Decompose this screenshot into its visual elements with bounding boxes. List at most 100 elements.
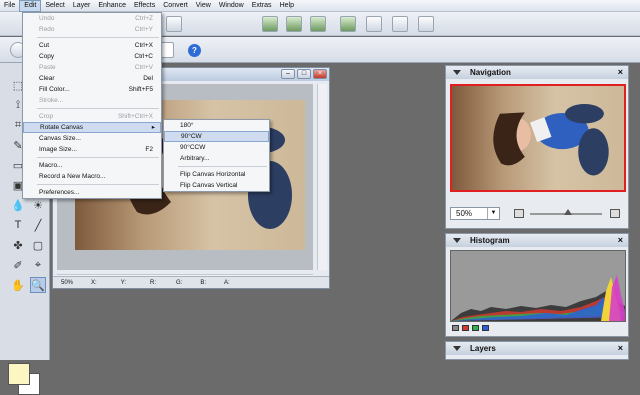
close-button[interactable]: × xyxy=(313,69,327,79)
menu-enhance[interactable]: Enhance xyxy=(94,0,130,12)
menu-item-shortcut: Shift+F5 xyxy=(128,86,153,93)
zoom-tool-icon[interactable]: 🔍 xyxy=(30,277,46,293)
palette-button[interactable] xyxy=(418,16,434,32)
menu-item-paste[interactable]: Paste Ctrl+V xyxy=(23,62,161,73)
channel-green-button[interactable] xyxy=(472,325,479,331)
status-r: R: xyxy=(150,279,157,286)
drop-tool-icon[interactable]: 💧 xyxy=(10,197,26,213)
menu-item-undo[interactable]: Undo Ctrl+Z xyxy=(23,13,161,24)
navigation-header[interactable]: Navigation × xyxy=(446,66,628,79)
close-icon[interactable]: × xyxy=(618,342,623,355)
navigation-panel: Navigation × 50% ▼ xyxy=(445,65,629,229)
menu-convert[interactable]: Convert xyxy=(159,0,192,12)
adjust-button[interactable] xyxy=(366,16,382,32)
menu-help[interactable]: Help xyxy=(276,0,298,12)
menu-item-label: Canvas Size... xyxy=(39,135,81,142)
status-b: B: xyxy=(200,279,207,286)
menu-window[interactable]: Window xyxy=(215,0,248,12)
menu-item-cut[interactable]: Cut Ctrl+X xyxy=(23,40,161,51)
status-y: Y: xyxy=(120,279,127,286)
menu-edit[interactable]: Edit xyxy=(19,0,42,12)
menu-layer[interactable]: Layer xyxy=(69,0,95,12)
menu-item-shortcut: F2 xyxy=(145,146,153,153)
layers-title: Layers xyxy=(470,344,496,353)
menu-separator xyxy=(178,166,267,167)
help-icon[interactable]: ? xyxy=(188,44,201,57)
channel-all-button[interactable] xyxy=(452,325,459,331)
menu-file[interactable]: File xyxy=(0,0,19,12)
text-tool-icon[interactable]: T xyxy=(10,217,26,233)
menu-item-label: 90°CCW xyxy=(180,144,206,151)
menu-item-fill-color[interactable]: Fill Color... Shift+F5 xyxy=(23,84,161,95)
image-button-1[interactable] xyxy=(262,16,278,32)
menu-item-clear[interactable]: Clear Del xyxy=(23,73,161,84)
menu-item-redo[interactable]: Redo Ctrl+Y xyxy=(23,24,161,35)
menu-extras[interactable]: Extras xyxy=(248,0,276,12)
collapse-icon[interactable] xyxy=(453,238,461,243)
document-status-bar: 50% X: Y: R: G: B: A: xyxy=(53,276,329,288)
clone-tool-icon[interactable]: ✤ xyxy=(10,237,26,253)
image-button-2[interactable] xyxy=(286,16,302,32)
minimize-button[interactable]: – xyxy=(281,69,295,79)
menu-item-copy[interactable]: Copy Ctrl+C xyxy=(23,51,161,62)
histogram-title: Histogram xyxy=(470,236,510,245)
menu-item-image-size[interactable]: Image Size... F2 xyxy=(23,144,161,155)
menu-item-record-a-new-macro[interactable]: Record a New Macro... xyxy=(23,171,161,182)
menu-item-crop[interactable]: Crop Shift+Ctrl+X xyxy=(23,111,161,122)
menu-item-label: Crop xyxy=(39,113,54,120)
menu-item-180[interactable]: 180° xyxy=(164,120,269,131)
eyedropper-tool-icon[interactable]: ✐ xyxy=(10,257,26,273)
menu-select[interactable]: Select xyxy=(41,0,68,12)
layers-header[interactable]: Layers × xyxy=(446,342,628,355)
menu-item-macro[interactable]: Macro... xyxy=(23,160,161,171)
menu-item-label: 180° xyxy=(180,122,194,129)
menu-item-shortcut: Shift+Ctrl+X xyxy=(117,113,153,120)
menu-effects[interactable]: Effects xyxy=(130,0,159,12)
status-x: X: xyxy=(91,279,97,286)
close-icon[interactable]: × xyxy=(618,234,623,247)
hand-tool-icon[interactable]: ✋ xyxy=(10,277,26,293)
menu-item-label: Clear xyxy=(39,75,55,82)
menu-item-flip-canvas-horizontal[interactable]: Flip Canvas Horizontal xyxy=(164,169,269,180)
menu-item-preferences[interactable]: Preferences... xyxy=(23,187,161,198)
menu-item-label: Flip Canvas Horizontal xyxy=(180,171,246,178)
edit-menu-dropdown: Undo Ctrl+Z Redo Ctrl+Y Cut Ctrl+X Copy Ctrl+C P… xyxy=(22,12,162,199)
vertical-scrollbar[interactable] xyxy=(317,84,327,270)
navigation-thumbnail[interactable] xyxy=(450,84,626,192)
menu-item-stroke[interactable]: Stroke... xyxy=(23,95,161,106)
submenu-arrow-icon: ▸ xyxy=(151,124,155,131)
collapse-icon[interactable] xyxy=(453,70,461,75)
image-button-4[interactable] xyxy=(340,16,356,32)
histogram-graph xyxy=(450,250,626,322)
menu-view[interactable]: View xyxy=(192,0,215,12)
dodge-tool-icon[interactable]: ☀ xyxy=(30,197,46,213)
maximize-button[interactable]: □ xyxy=(297,69,311,79)
menu-item-canvas-size[interactable]: Canvas Size... xyxy=(23,133,161,144)
collapse-icon[interactable] xyxy=(453,346,461,351)
zoom-in-icon[interactable] xyxy=(610,209,620,218)
menu-item-90-ccw[interactable]: 90°CCW xyxy=(164,142,269,153)
channel-blue-button[interactable] xyxy=(482,325,489,331)
histogram-panel: Histogram × xyxy=(445,233,629,337)
channel-red-button[interactable] xyxy=(462,325,469,331)
menu-item-label: 90°CW xyxy=(181,133,202,140)
menu-item-arbitrary[interactable]: Arbitrary... xyxy=(164,153,269,164)
foreground-color-swatch[interactable] xyxy=(8,363,30,385)
zoom-out-icon[interactable] xyxy=(514,209,524,218)
zoom-slider-handle[interactable] xyxy=(564,209,572,215)
menu-item-90-cw[interactable]: 90°CW xyxy=(164,131,269,142)
zoom-select[interactable]: 50% ▼ xyxy=(450,207,500,220)
histogram-header[interactable]: Histogram × xyxy=(446,234,628,247)
contrast-button[interactable] xyxy=(392,16,408,32)
image-button-3[interactable] xyxy=(310,16,326,32)
chevron-down-icon[interactable]: ▼ xyxy=(487,208,499,219)
print-button[interactable] xyxy=(166,16,182,32)
close-icon[interactable]: × xyxy=(618,66,623,79)
line-tool-icon[interactable]: ╱ xyxy=(30,217,46,233)
menu-item-flip-canvas-vertical[interactable]: Flip Canvas Vertical xyxy=(164,180,269,191)
shape-tool-icon[interactable]: ▢ xyxy=(30,237,46,253)
menu-item-shortcut: Ctrl+X xyxy=(134,42,153,49)
menu-item-shortcut: Ctrl+Z xyxy=(135,15,153,22)
picker-tool-icon[interactable]: ⌖ xyxy=(30,257,46,273)
menu-item-rotate-canvas[interactable]: Rotate Canvas ▸ xyxy=(23,122,161,133)
